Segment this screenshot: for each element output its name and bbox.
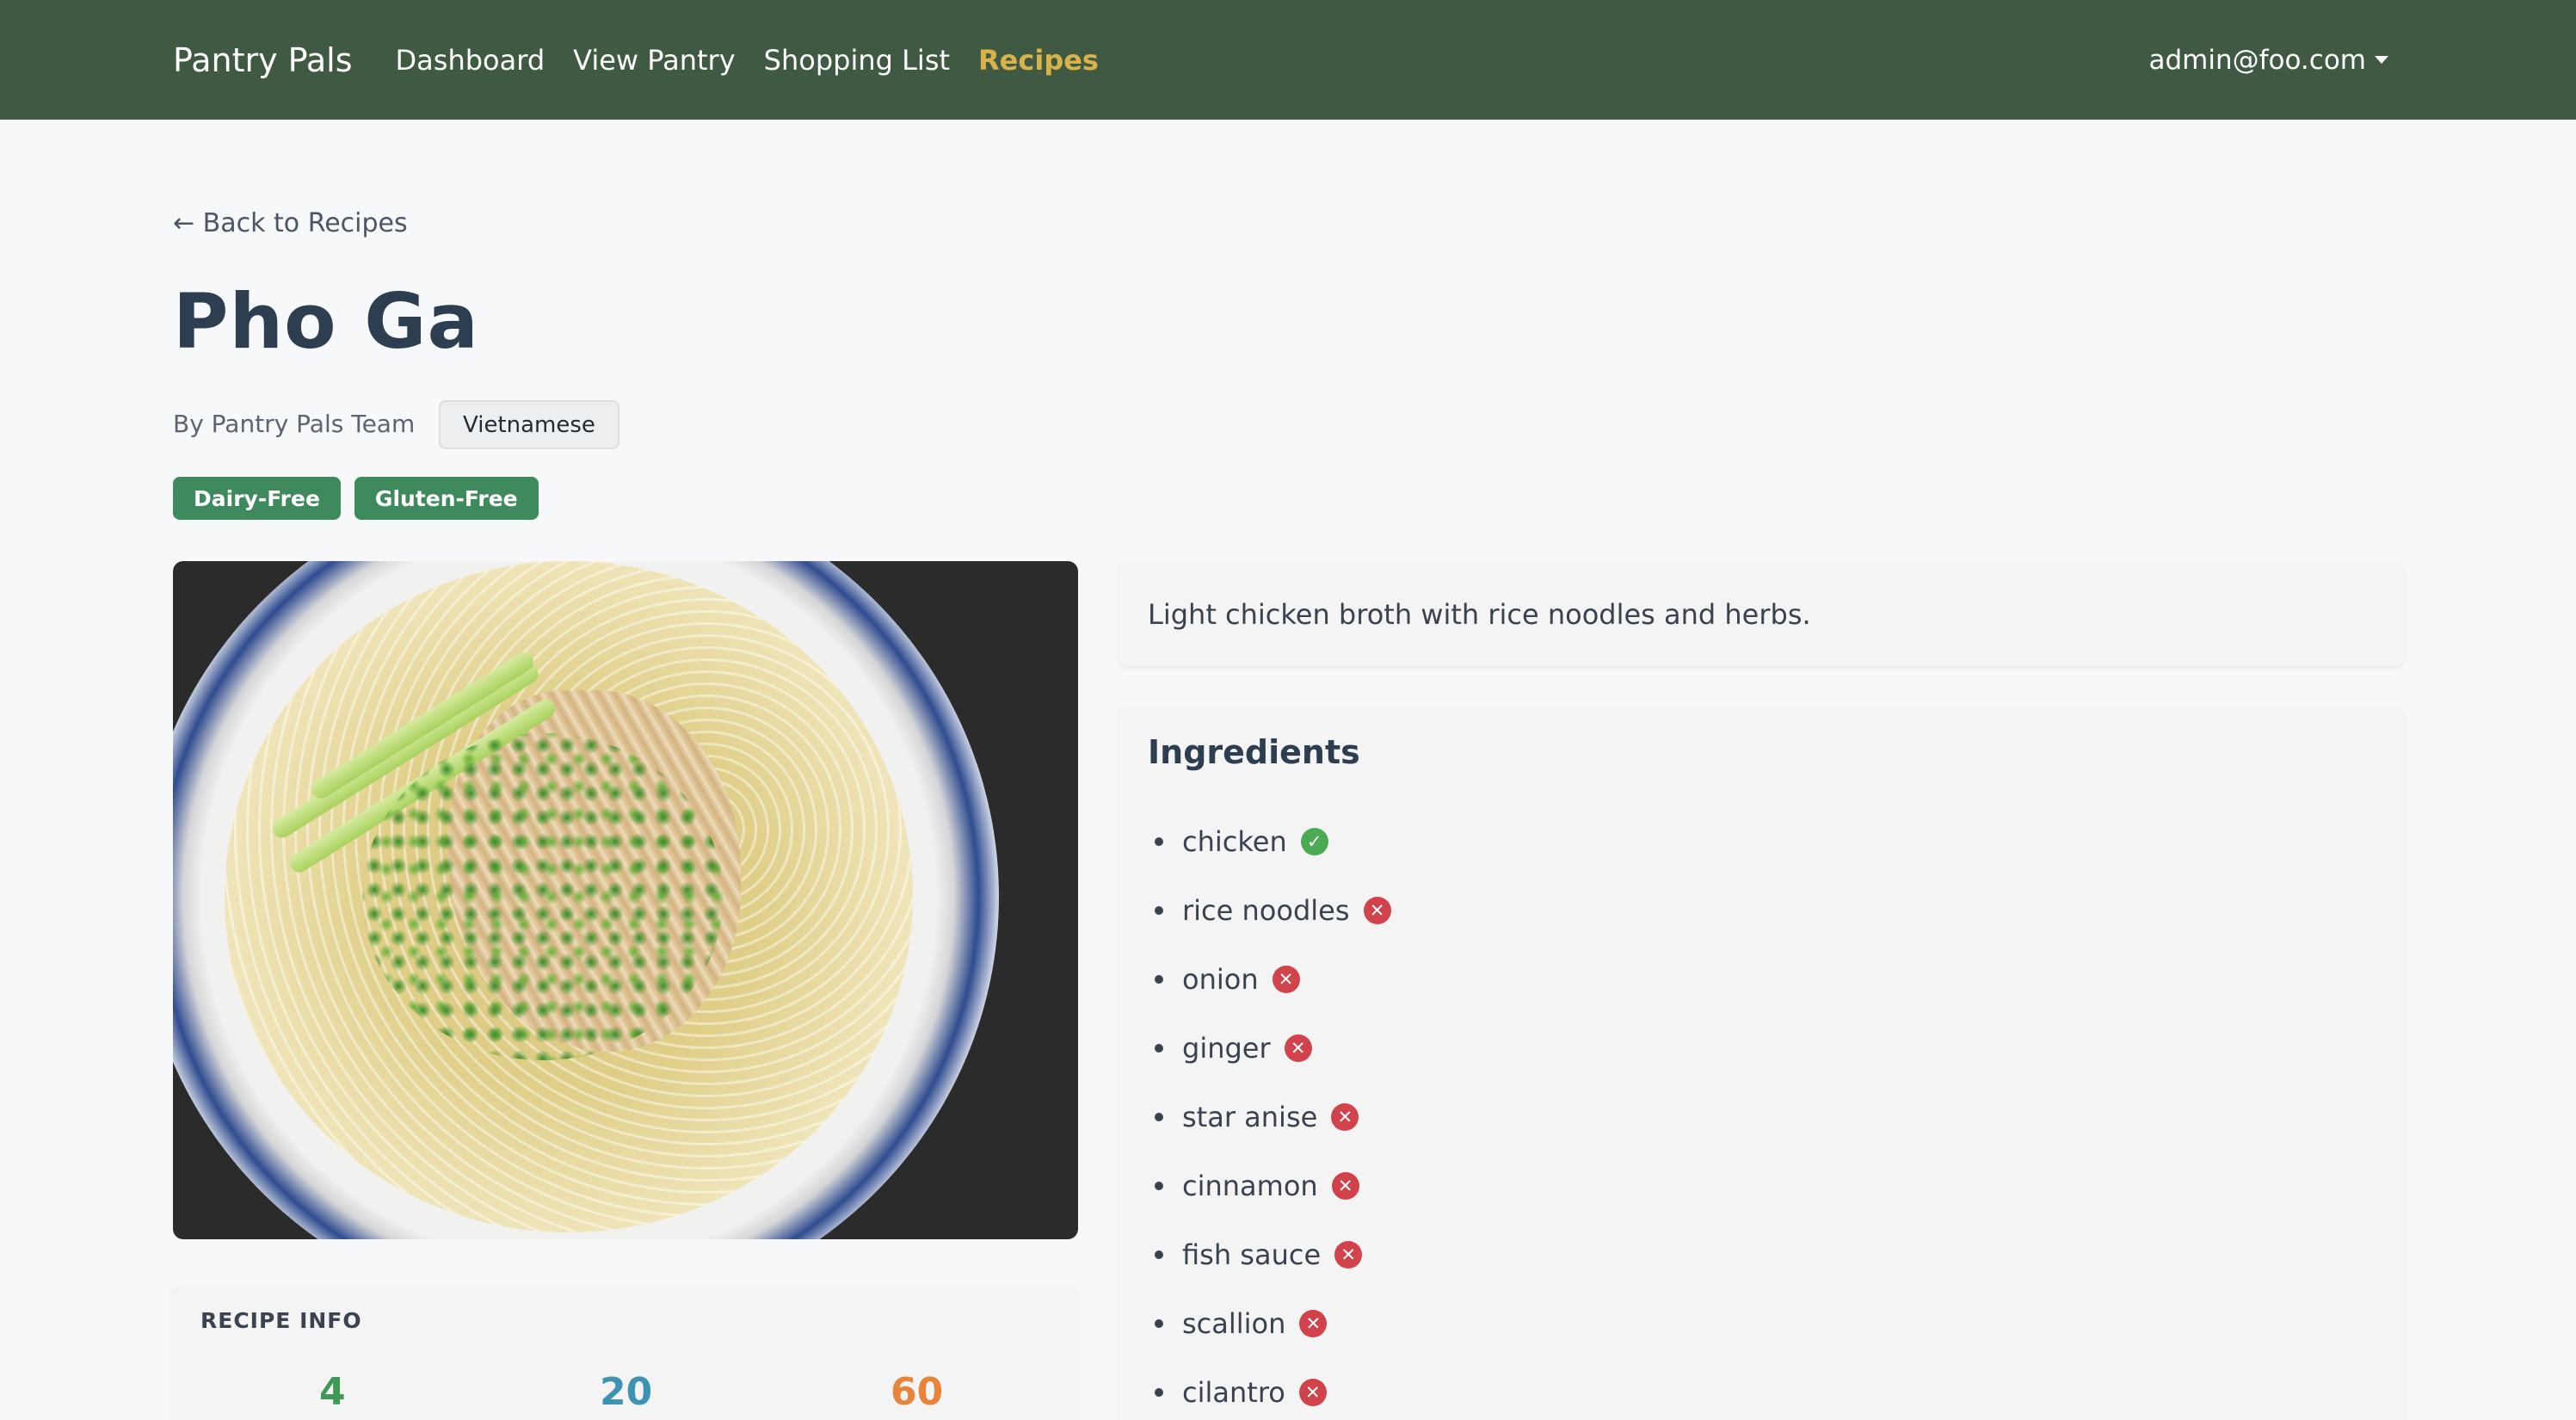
x-circle-icon: ✕ <box>1331 1103 1359 1131</box>
caret-down-icon <box>2375 56 2388 64</box>
diet-tag-dairy-free: Dairy-Free <box>173 477 341 520</box>
x-circle-icon: ✕ <box>1363 897 1391 924</box>
nav-link-dashboard[interactable]: Dashboard <box>396 44 545 77</box>
bullet-dot <box>1155 1388 1163 1397</box>
x-circle-icon: ✕ <box>1334 1241 1363 1269</box>
description-card: Light chicken broth with rice noodles an… <box>1119 563 2404 666</box>
nav-link-shopping-list[interactable]: Shopping List <box>764 44 950 77</box>
back-to-recipes-link[interactable]: ← Back to Recipes <box>173 208 408 238</box>
user-menu-dropdown[interactable]: admin@foo.com <box>2148 0 2388 120</box>
bullet-dot <box>1155 975 1163 984</box>
recipe-info-stat: 60 <box>891 1370 944 1414</box>
brand-logo-link[interactable]: Pantry Pals <box>173 41 353 79</box>
bullet-dot <box>1155 1250 1163 1259</box>
x-circle-icon: ✕ <box>1272 966 1300 993</box>
ingredient-item: ginger ✕ <box>1155 1014 1391 1083</box>
diet-tags: Dairy-Free Gluten-Free <box>173 477 539 520</box>
check-circle-icon: ✓ <box>1300 828 1328 855</box>
ingredient-item: onion ✕ <box>1155 945 1391 1014</box>
ingredient-name: onion <box>1182 963 1259 996</box>
ingredient-name: cinnamon <box>1182 1170 1318 1202</box>
nav-link-recipes[interactable]: Recipes <box>978 44 1099 77</box>
recipe-info-title: RECIPE INFO <box>200 1308 362 1333</box>
recipe-title: Pho Ga <box>173 277 479 366</box>
ingredient-item: fish sauce ✕ <box>1155 1220 1391 1289</box>
ingredient-item: cilantro ✕ <box>1155 1358 1391 1420</box>
recipe-photo <box>173 561 1078 1239</box>
ingredient-name: star anise <box>1182 1101 1318 1133</box>
bullet-dot <box>1155 1319 1163 1328</box>
ingredient-name: rice noodles <box>1182 894 1350 927</box>
ingredients-title: Ingredients <box>1148 733 1360 771</box>
ingredients-card: Ingredients chicken ✓ rice noodles ✕ onion ✕ g… <box>1119 707 2404 1420</box>
nav-link-view-pantry[interactable]: View Pantry <box>573 44 736 77</box>
ingredient-name: chicken <box>1182 825 1287 858</box>
recipe-info-stat: 4 <box>319 1370 346 1414</box>
diet-tag-gluten-free: Gluten-Free <box>354 477 539 520</box>
user-email: admin@foo.com <box>2148 44 2367 76</box>
bullet-dot <box>1155 906 1163 915</box>
recipe-author: By Pantry Pals Team <box>173 410 416 438</box>
x-circle-icon: ✕ <box>1298 1379 1327 1406</box>
ingredient-item: chicken ✓ <box>1155 807 1391 876</box>
ingredient-item: cinnamon ✕ <box>1155 1151 1391 1220</box>
recipe-info-stat: 20 <box>600 1370 653 1414</box>
ingredient-item: rice noodles ✕ <box>1155 876 1391 945</box>
ingredient-name: fish sauce <box>1182 1238 1322 1271</box>
top-navbar: Pantry Pals Dashboard View Pantry Shoppi… <box>0 0 2576 120</box>
ingredient-item: scallion ✕ <box>1155 1289 1391 1358</box>
bullet-dot <box>1155 1044 1163 1053</box>
bullet-dot <box>1155 1113 1163 1121</box>
ingredient-name: scallion <box>1182 1307 1286 1340</box>
ingredient-name: ginger <box>1182 1032 1271 1065</box>
ingredient-name: cilantro <box>1182 1376 1285 1409</box>
ingredient-item: star anise ✕ <box>1155 1083 1391 1151</box>
x-circle-icon: ✕ <box>1284 1034 1312 1062</box>
bullet-dot <box>1155 837 1163 846</box>
bullet-dot <box>1155 1182 1163 1190</box>
herbs-texture <box>362 733 724 1060</box>
ingredients-list: chicken ✓ rice noodles ✕ onion ✕ ginger ✕ star a… <box>1155 807 1391 1420</box>
cuisine-badge: Vietnamese <box>439 400 619 449</box>
x-circle-icon: ✕ <box>1299 1310 1328 1337</box>
x-circle-icon: ✕ <box>1331 1172 1359 1200</box>
recipe-info-card: RECIPE INFO 4 20 60 <box>173 1286 1078 1420</box>
